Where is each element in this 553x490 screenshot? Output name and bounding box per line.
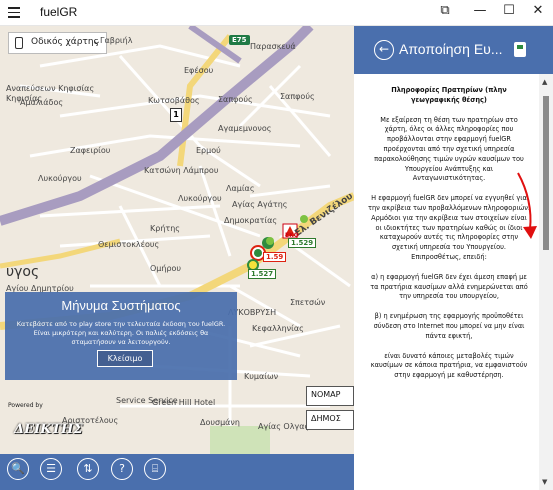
map-label: Αμαλιάδος [20, 98, 64, 107]
map-label: Αναπεύσεων Κηφισίας [6, 84, 95, 93]
map-label: Εφέσου [184, 66, 214, 75]
disclaimer-paragraph: α) η εφαρμογή fuelGR δεν έχει άμεση επαφ… [370, 272, 528, 301]
dialog-close-button[interactable]: Κλείσιμο [97, 350, 153, 367]
system-message-dialog: Μήνυμα Συστήματος Κατεβάστε από το play … [5, 292, 237, 380]
dialog-message: Κατεβάστε από το play store την τελευταί… [16, 320, 226, 346]
region-box-nomarxia[interactable]: ΝΟΜΑΡ [306, 386, 354, 406]
compact-overlay-button[interactable]: ⧉ [428, 0, 462, 24]
red-arrow-annotation [517, 172, 537, 239]
map-label: Αγίας Αγάτης [232, 200, 288, 209]
scroll-up-icon[interactable]: ▲ [542, 78, 547, 86]
app-window: fuelGR ⧉ — ☐ ✕ Οδικός χάρτης ⌄ E75 1 Ανα… [0, 0, 553, 490]
map-label: Αγαμεμνονος [218, 124, 272, 133]
map-label: Ζαφειρίου [70, 146, 111, 155]
map-label: Κυμαίων [244, 372, 279, 381]
station-price-tag[interactable]: 1.529 [288, 238, 317, 248]
bottom-app-bar: 🔍 ☰ ⇅ ? ⌸ [0, 454, 354, 490]
panel-title: Αποποίηση Ευ... [399, 41, 503, 57]
powered-by-text: Powered by [8, 402, 43, 409]
panel-header: ← Αποποίηση Ευ... [354, 26, 553, 74]
map-view[interactable]: Οδικός χάρτης ⌄ E75 1 Αναπεύσεων Κηφισία… [0, 26, 354, 454]
disclaimer-text: Πληροφορίες Πρατηρίων (πλην γεωγραφικής … [368, 86, 530, 391]
map-label: Αγίας Ολγας [258, 422, 310, 431]
highway-badge: E75 [229, 35, 250, 45]
scrollbar-thumb[interactable] [543, 96, 549, 250]
map-label: Δημοκρατίας [224, 216, 278, 225]
map-label: Ομήρου [150, 264, 182, 273]
map-label: Δουσμάνη [200, 418, 240, 427]
map-type-value: Οδικός χάρτης [31, 37, 99, 47]
map-label: Σαπφούς [280, 92, 315, 101]
map-label: υγος [6, 264, 40, 280]
disclaimer-heading: Πληροφορίες Πρατηρίων (πλην γεωγραφικής … [391, 86, 507, 104]
filter-icon[interactable]: ⌸ [144, 458, 166, 480]
map-label: Σαπφούς [218, 95, 253, 104]
help-icon[interactable]: ? [111, 458, 133, 480]
region-box-dimos[interactable]: ΔΗΜΟΣ [306, 410, 354, 430]
brand-text: ΔΕΙΚΤΗΣ [14, 422, 83, 437]
map-label: Κεφαλληνίας [252, 324, 304, 333]
provider-logo: Powered by ΔΕΙΚΤΗΣ [8, 402, 83, 446]
hamburger-menu-icon[interactable] [8, 7, 20, 18]
fuel-pump-icon [514, 42, 526, 57]
disclaimer-paragraph: είναι δυνατό κάποιες μεταβολές τιμών καυ… [370, 351, 528, 380]
search-icon[interactable]: 🔍 [7, 458, 29, 480]
map-label: Ερμού [196, 146, 221, 155]
map-label: Κατσώνη Λάμπρου [144, 166, 219, 175]
map-type-icon [15, 37, 23, 49]
map-label: Παρασκευά [250, 42, 296, 51]
map-label: Service Service [116, 396, 178, 405]
title-bar: fuelGR ⧉ — ☐ ✕ [0, 0, 553, 26]
route-badge: 1 [170, 108, 182, 122]
map-label: Λυκούργου [38, 174, 82, 183]
map-label: Σπετσών [290, 298, 326, 307]
map-label: Θεμιστοκλέους [98, 240, 160, 249]
disclaimer-paragraph: β) η ενημέρωση της εφαρμογής προϋποθέτει… [373, 312, 525, 340]
close-button[interactable]: ✕ [521, 0, 553, 24]
sort-icon[interactable]: ⇅ [77, 458, 99, 480]
scroll-down-icon[interactable]: ▼ [542, 478, 547, 486]
app-title: fuelGR [40, 5, 78, 19]
disclaimer-paragraph: Η εφαρμογή fuelGR δεν μπορεί να εγγυηθεί… [368, 194, 530, 261]
map-label: Λυκούργου [178, 194, 222, 203]
list-icon[interactable]: ☰ [40, 458, 62, 480]
map-label: Κωτσοβάθος [148, 96, 200, 105]
map-label: Γαβριήλ [100, 36, 133, 45]
station-price-tag[interactable]: 1.527 [248, 269, 277, 279]
disclaimer-paragraph: Με εξαίρεση τη θέση των πρατηρίων στο χά… [374, 115, 524, 183]
back-button[interactable]: ← [374, 40, 394, 60]
station-price-tag[interactable]: 1.59 [263, 252, 287, 262]
map-label: Λαμίας [226, 184, 255, 193]
disclaimer-panel: ← Αποποίηση Ευ... Πληροφορίες Πρατηρίων … [354, 26, 553, 490]
eko-station-marker[interactable]: ΕΚΟ [285, 232, 299, 239]
map-label: Κρήτης [150, 224, 180, 233]
dialog-title: Μήνυμα Συστήματος [61, 298, 181, 313]
map-type-dropdown[interactable]: Οδικός χάρτης ⌄ [8, 32, 107, 54]
